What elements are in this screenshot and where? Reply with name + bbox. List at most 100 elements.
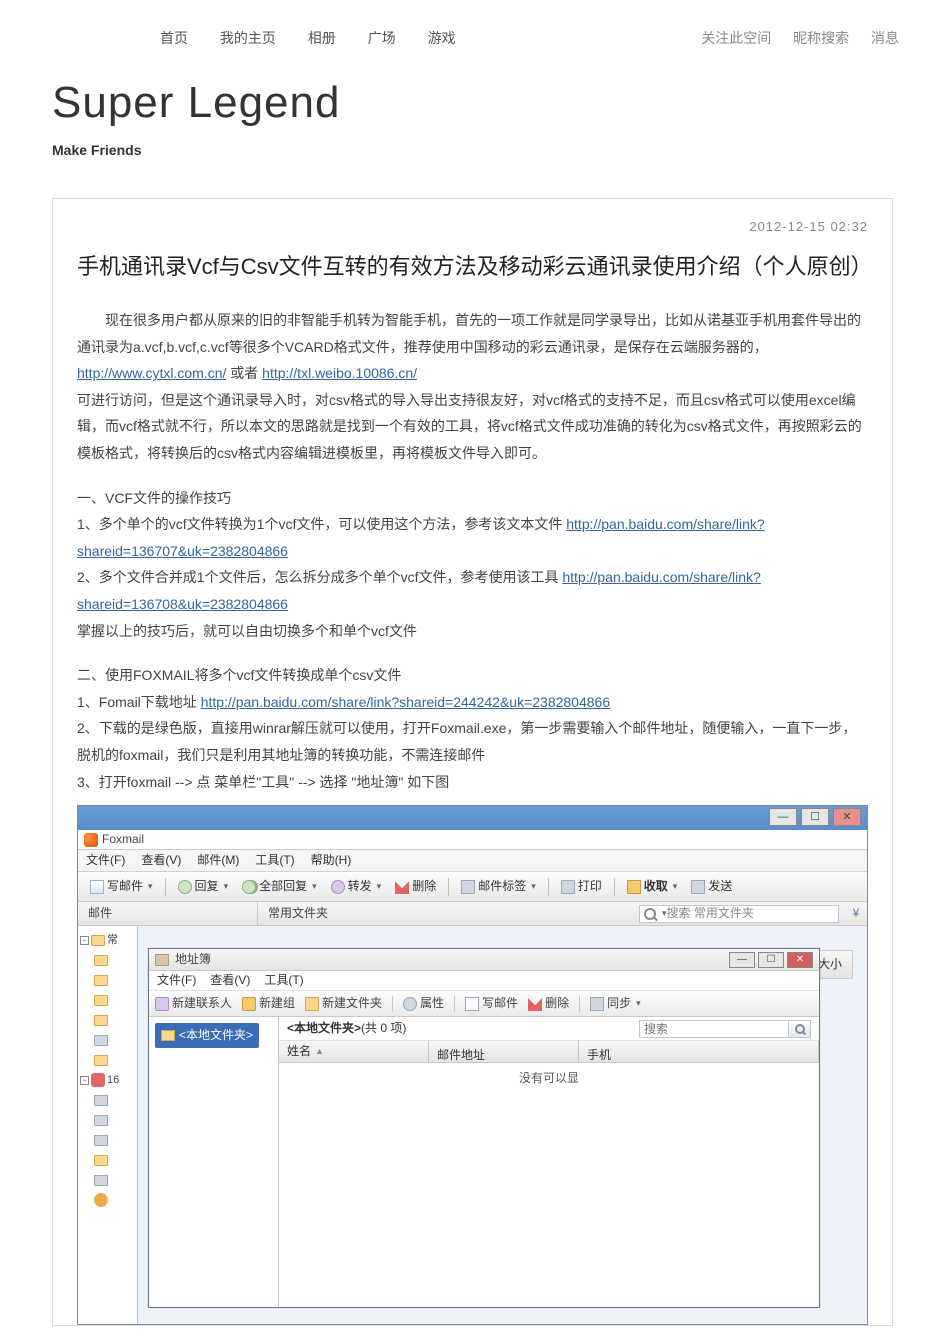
addressbook-window: 地址簿 — ☐ ✕ 文件(F) 查看(V) 工具(T) 新建联系人 新建组 新建… (148, 948, 820, 1308)
ab-sync[interactable]: 同步▾ (590, 992, 641, 1015)
ab-menu-view[interactable]: 查看(V) (210, 969, 250, 992)
s2-3: 3、打开foxmail --> 点 菜单栏"工具" --> 选择 "地址簿" 如… (77, 769, 868, 796)
tb-print[interactable]: 打印 (557, 873, 606, 900)
box-icon (94, 1035, 108, 1046)
tb-delete[interactable]: 删除 (391, 873, 440, 900)
ab-search-button[interactable] (789, 1020, 811, 1038)
nav-home[interactable]: 首页 (160, 30, 188, 46)
foxmail-columns: 邮件 常用文件夹 ▾ 搜索 常用文件夹 ¥ (78, 902, 867, 926)
ab-minimize-button[interactable]: — (729, 952, 755, 968)
menu-file[interactable]: 文件(F) (86, 849, 125, 872)
nav-search[interactable]: 昵称搜索 (793, 30, 849, 46)
delete-icon (528, 997, 542, 1011)
p2: 可进行访问，但是这个通讯录导入时，对csv格式的导入导出支持很友好，对vcf格式… (77, 387, 868, 467)
ab-maximize-button[interactable]: ☐ (758, 952, 784, 968)
link-share-244242[interactable]: http://pan.baidu.com/share/link?shareid=… (201, 694, 610, 710)
group-icon (242, 997, 256, 1011)
s1-3: 掌握以上的技巧后，就可以自由切换多个和单个vcf文件 (77, 618, 868, 645)
window-maximize-button[interactable]: ☐ (801, 808, 829, 826)
ab-col-mail[interactable]: 邮件地址 (429, 1041, 579, 1062)
folder-icon (94, 1015, 108, 1026)
search-common-folders[interactable]: ▾ 搜索 常用文件夹 (639, 905, 839, 923)
nav-games[interactable]: 游戏 (428, 30, 456, 46)
account-icon (91, 1073, 105, 1087)
properties-icon (403, 997, 417, 1011)
ab-new-folder[interactable]: 新建文件夹 (305, 992, 382, 1015)
ab-col-name[interactable]: 姓名▲ (279, 1041, 429, 1062)
tb-receive[interactable]: 收取▾ (623, 873, 682, 900)
blog-title: Super Legend (52, 78, 945, 128)
nav-follow[interactable]: 关注此空间 (701, 30, 771, 46)
tree-collapse-icon[interactable]: - (80, 936, 89, 945)
window-minimize-button[interactable]: — (769, 808, 797, 826)
s2-1a: 1、Fomail下载地址 (77, 694, 201, 710)
col-mail-header: 邮件 (78, 902, 258, 925)
ab-delete[interactable]: 删除 (528, 992, 569, 1015)
ab-col-phone[interactable]: 手机 (579, 1041, 819, 1062)
tb-compose[interactable]: 写邮件▾ (86, 873, 157, 900)
ab-properties[interactable]: 属性 (403, 992, 444, 1015)
window-close-button[interactable]: ✕ (833, 808, 861, 826)
ab-menu-tools[interactable]: 工具(T) (264, 969, 303, 992)
send-icon (691, 880, 705, 894)
nav-messages[interactable]: 消息 (871, 30, 899, 46)
tree-collapse-icon[interactable]: - (80, 1076, 89, 1085)
expand-toggle[interactable]: ¥ (845, 902, 867, 925)
delete-icon (395, 880, 409, 894)
link-weibo10086[interactable]: http://txl.weibo.10086.cn/ (262, 365, 417, 381)
menu-tools[interactable]: 工具(T) (255, 849, 294, 872)
tb-send[interactable]: 发送 (687, 873, 736, 900)
sync-icon (590, 997, 604, 1011)
ab-tree-localfolder[interactable]: <本地文件夹> (155, 1023, 259, 1048)
addressbook-menu: 文件(F) 查看(V) 工具(T) (149, 971, 819, 991)
addressbook-list-header: <本地文件夹>(共 0 项) (279, 1017, 819, 1041)
nav-myhome[interactable]: 我的主页 (220, 30, 276, 46)
reply-all-icon (242, 880, 256, 894)
folder-icon (161, 1030, 175, 1041)
box-icon (94, 1115, 108, 1126)
ab-compose[interactable]: 写邮件 (465, 992, 518, 1015)
addressbook-title: 地址簿 (175, 948, 211, 971)
tb-reply[interactable]: 回复▾ (174, 873, 233, 900)
p1a: 现在很多用户都从原来的旧的非智能手机转为智能手机，首先的一项工作就是同学录导出，… (77, 312, 861, 355)
ab-search-input[interactable] (639, 1020, 789, 1038)
col-common-header: 常用文件夹 (268, 902, 328, 925)
menu-view[interactable]: 查看(V) (141, 849, 181, 872)
tree-common[interactable]: 常 (107, 930, 118, 951)
s2-2: 2、下载的是绿色版，直接用winrar解压就可以使用，打开Foxmail.exe… (77, 715, 868, 768)
post-title: 手机通讯录Vcf与Csv文件互转的有效方法及移动彩云通讯录使用介绍（个人原创） (77, 250, 868, 283)
sort-asc-icon: ▲ (315, 1043, 324, 1060)
top-nav: 首页 我的主页 相册 广场 游戏 关注此空间 昵称搜索 消息 (0, 0, 945, 58)
ab-list-title: <本地文件夹> (287, 1021, 361, 1035)
forward-icon (331, 880, 345, 894)
tb-tag[interactable]: 邮件标签▾ (457, 873, 540, 900)
nav-square[interactable]: 广场 (368, 30, 396, 46)
ab-empty-text: 没有可以显 (279, 1063, 819, 1090)
chevron-down-icon: ▾ (636, 995, 641, 1012)
person-icon (155, 997, 169, 1011)
tb-replyall[interactable]: 全部回复▾ (238, 873, 321, 900)
section-2-title: 二、使用FOXMAIL将多个vcf文件转换成单个csv文件 (77, 662, 868, 689)
folder-icon (94, 1155, 108, 1166)
tree-163[interactable]: 16 (107, 1070, 119, 1091)
ab-close-button[interactable]: ✕ (787, 952, 813, 968)
post-body: 现在很多用户都从原来的旧的非智能手机转为智能手机，首先的一项工作就是同学录导出，… (77, 307, 868, 1325)
box-icon (94, 1095, 108, 1106)
search-icon (795, 1024, 805, 1034)
ab-menu-file[interactable]: 文件(F) (157, 969, 196, 992)
folder-icon (94, 1055, 108, 1066)
folder-icon (94, 975, 108, 986)
nav-album[interactable]: 相册 (308, 30, 336, 46)
link-cytxl[interactable]: http://www.cytxl.com.cn/ (77, 365, 226, 381)
reply-icon (178, 880, 192, 894)
tb-forward[interactable]: 转发▾ (327, 873, 386, 900)
tag-icon (461, 880, 475, 894)
ab-new-group[interactable]: 新建组 (242, 992, 295, 1015)
page-header: Super Legend Make Friends (0, 58, 945, 176)
menu-mail[interactable]: 邮件(M) (197, 849, 239, 872)
ab-new-contact[interactable]: 新建联系人 (155, 992, 232, 1015)
menu-help[interactable]: 帮助(H) (311, 849, 352, 872)
chevron-down-icon: ▾ (531, 878, 536, 895)
chevron-down-icon: ▾ (673, 878, 678, 895)
compose-icon (465, 997, 479, 1011)
